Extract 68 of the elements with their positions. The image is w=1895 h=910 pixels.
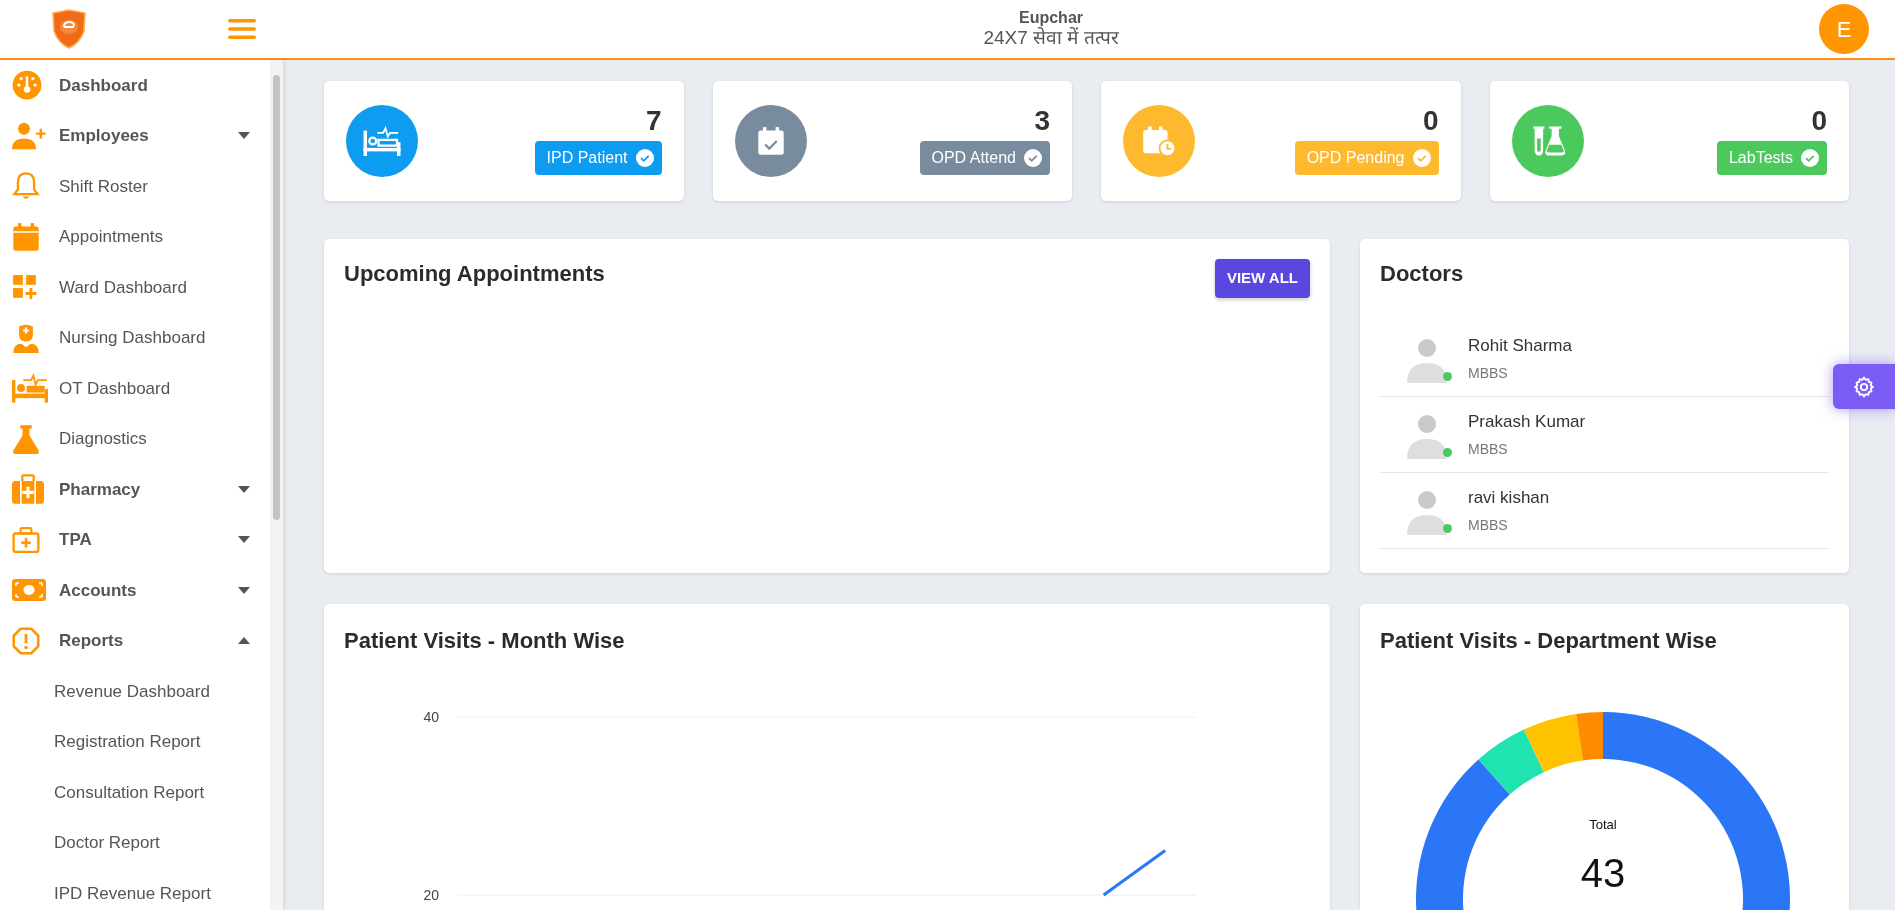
axis-tick-label: 20: [423, 887, 439, 903]
stat-count: 0: [1422, 107, 1439, 135]
doctor-degree: MBBS: [1468, 363, 1509, 383]
sidebar-item[interactable]: Reports: [0, 615, 270, 666]
check-icon: [1801, 149, 1819, 167]
sidebar-subitem[interactable]: Doctor Report: [0, 817, 270, 868]
check-icon: [1024, 149, 1042, 167]
sidebar-item[interactable]: Diagnostics: [0, 413, 270, 464]
donut-center-label: Total: [1589, 817, 1617, 832]
sidebar-item[interactable]: Ward Dashboard: [0, 262, 270, 313]
medkit-icon: [12, 474, 44, 505]
card-title: Upcoming Appointments: [344, 260, 605, 288]
badge-label: OPD Attend: [931, 148, 1016, 168]
sidebar-item[interactable]: Employees: [0, 110, 270, 161]
bell-icon: [12, 171, 40, 202]
sidebar-item[interactable]: Dashboard: [0, 60, 270, 111]
axis-tick-label: 40: [423, 709, 439, 725]
card-title: Doctors: [1380, 260, 1465, 288]
badge-label: OPD Pending: [1306, 148, 1405, 168]
calendar-clock-icon: [1142, 125, 1176, 157]
sidebar-subitem[interactable]: Revenue Dashboard: [0, 666, 270, 717]
sidebar-subitem[interactable]: Consultation Report: [0, 767, 270, 818]
money-bill-icon: [12, 578, 46, 603]
scrollbar[interactable]: [270, 60, 283, 910]
briefcase-plus-icon: [12, 525, 40, 554]
sidebar-item[interactable]: Pharmacy: [0, 464, 270, 515]
user-plus-icon: [12, 120, 48, 151]
settings-button[interactable]: [1833, 364, 1895, 409]
sidebar-item[interactable]: Accounts: [0, 565, 270, 616]
donut-center-value: 43: [1580, 851, 1626, 895]
stat-count: 3: [1034, 107, 1050, 135]
doctor-name: Rohit Sharma: [1468, 335, 1572, 358]
sidebar-item[interactable]: TPA: [0, 514, 270, 565]
stat-count: 0: [1811, 107, 1827, 135]
flask-icon: [12, 423, 40, 454]
sidebar-item[interactable]: Appointments: [0, 211, 270, 262]
settings-icon: [1852, 374, 1876, 399]
check-icon: [635, 149, 654, 167]
menu-icon[interactable]: [227, 17, 257, 41]
doctor-name: Prakash Kumar: [1468, 411, 1586, 434]
stat-count: 7: [645, 107, 662, 135]
sidebar-item[interactable]: OT Dashboard: [0, 363, 270, 414]
sidebar-item[interactable]: Nursing Dashboard: [0, 312, 270, 363]
sidebar-subitem[interactable]: IPD Revenue Report: [0, 868, 270, 910]
sidebar-item[interactable]: Shift Roster: [0, 161, 270, 212]
check-icon: [1412, 149, 1431, 167]
logo-icon: [50, 9, 88, 49]
nurse-icon: [12, 322, 40, 353]
badge-label: IPD Patient: [546, 148, 628, 168]
doctor-degree: MBBS: [1468, 515, 1509, 535]
grid-plus-icon: [12, 274, 38, 301]
app-tagline: 24X7 सेवा में तत्पर: [982, 27, 1120, 50]
calendar-icon: [12, 221, 40, 252]
gauge-icon: [12, 70, 42, 101]
doctor-degree: MBBS: [1468, 439, 1509, 459]
view-all-button[interactable]: VIEW ALL: [1214, 259, 1310, 298]
card-title: Patient Visits - Month Wise: [344, 627, 626, 655]
alert-icon: [12, 626, 40, 655]
bed-pulse-icon: [12, 373, 48, 404]
flasks-icon: [1530, 124, 1565, 158]
sidebar-subitem[interactable]: Registration Report: [0, 716, 270, 767]
calendar-check-icon: [756, 126, 785, 156]
app-title: Eupchar: [1018, 8, 1084, 28]
bed-pulse-icon: [363, 126, 401, 156]
badge-label: LabTests: [1728, 148, 1793, 168]
line-series: [1102, 849, 1167, 897]
card-title: Patient Visits - Department Wise: [1380, 627, 1718, 655]
doctor-name: ravi kishan: [1468, 487, 1550, 510]
